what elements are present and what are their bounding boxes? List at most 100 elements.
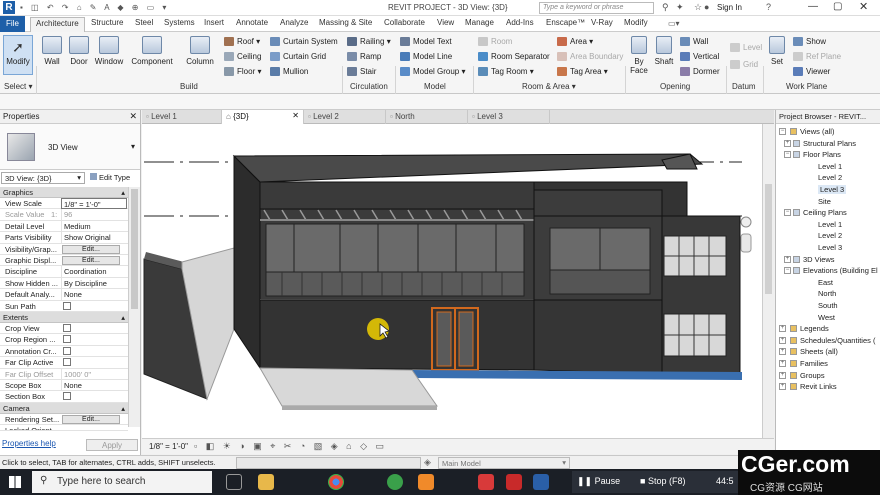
tree-expander-icon[interactable]: + <box>779 383 786 391</box>
prop-show-hidden[interactable]: Show Hidden ... By Discipline <box>0 277 128 290</box>
view-tab-level-1[interactable]: ▫ Level 1 <box>142 110 222 124</box>
rendering-edit-button[interactable]: Edit... <box>62 415 120 424</box>
browser-node[interactable]: Legends <box>800 324 829 333</box>
tab-modify[interactable]: Modify <box>624 18 648 27</box>
prop-far-clip-active[interactable]: Far Clip Active <box>0 357 128 369</box>
browser-node[interactable]: 3D Views <box>803 255 835 264</box>
acrobat-icon[interactable] <box>506 474 522 490</box>
view-tab-3d[interactable]: ⌂ {3D} ✕ <box>222 110 304 124</box>
view-control-icons[interactable]: ▫ ◧ ☀ ◑ ▣ ⌖ ✂ ◔ ▧ ◈ ⌂ ◇ ▭ <box>194 441 387 452</box>
browser-node[interactable]: Groups <box>800 371 825 380</box>
sign-in-link[interactable]: Sign In <box>717 3 742 12</box>
tree-expander-icon[interactable]: + <box>784 139 791 147</box>
apply-button[interactable]: Apply <box>86 439 138 451</box>
section-extents[interactable]: Extents ▴ <box>0 312 128 323</box>
canvas-vertical-scrollbar[interactable] <box>762 124 774 438</box>
pause-button[interactable]: ❚❚ Pause <box>577 476 620 487</box>
browser-node[interactable]: Level 2 <box>818 231 842 240</box>
panel-select[interactable]: Select ▾ <box>4 82 32 91</box>
design-option-icon[interactable]: ◈ <box>424 457 431 468</box>
browser-node[interactable]: Ceiling Plans <box>803 208 847 217</box>
mullion-button[interactable]: Mullion <box>270 67 308 77</box>
chrome-icon[interactable] <box>328 474 344 490</box>
tab-enscape[interactable]: Enscape™ <box>546 18 585 27</box>
tree-expander-icon[interactable]: − <box>784 209 791 217</box>
section-graphics[interactable]: Graphics ▴ <box>0 187 128 198</box>
prop-sun-path[interactable]: Sun Path <box>0 301 128 312</box>
shaft-button[interactable]: Shaft <box>653 36 675 66</box>
browser-node[interactable]: Views (all) <box>800 127 834 136</box>
maximize-button[interactable]: ▢ <box>833 1 842 12</box>
browser-node[interactable]: East <box>818 278 833 287</box>
railing-button[interactable]: Railing ▾ <box>347 37 391 47</box>
windows-start-icon[interactable] <box>9 476 21 488</box>
by-face-button[interactable]: By Face <box>628 36 650 75</box>
tab-close-icon[interactable]: ✕ <box>292 111 299 120</box>
browser-node[interactable]: Sheets (all) <box>800 347 838 356</box>
prop-section-box[interactable]: Section Box <box>0 391 128 403</box>
user-icon[interactable]: ● <box>704 2 709 12</box>
ribbon-options-icon[interactable]: ▭▾ <box>668 19 680 28</box>
tab-systems[interactable]: Systems <box>164 18 195 27</box>
workset-dropdown[interactable] <box>236 457 421 469</box>
browser-node[interactable]: Level 2 <box>818 173 842 182</box>
properties-help-link[interactable]: Properties help <box>2 439 56 448</box>
view-scale[interactable]: 1/8" = 1'-0" <box>149 442 188 451</box>
ref-plane-button[interactable]: Ref Plane <box>793 52 841 62</box>
component-button[interactable]: Component <box>130 36 174 66</box>
ramp-button[interactable]: Ramp <box>347 52 381 62</box>
tab-massing-site[interactable]: Massing & Site <box>319 18 372 27</box>
tree-expander-icon[interactable]: + <box>784 255 791 263</box>
tab-file[interactable]: File <box>0 16 25 32</box>
prop-discipline[interactable]: Discipline Coordination <box>0 266 128 278</box>
level-button[interactable]: Level <box>730 43 762 53</box>
crop-view-checkbox[interactable] <box>63 324 71 332</box>
view-tab-north[interactable]: ▫ North <box>386 110 468 124</box>
browser-node[interactable]: Revit Links <box>800 382 837 391</box>
wall-button[interactable]: Wall <box>40 36 64 66</box>
graphic-display-edit-button[interactable]: Edit... <box>62 256 120 265</box>
task-view-icon[interactable] <box>226 474 242 490</box>
browser-node[interactable]: Floor Plans <box>803 150 841 159</box>
tab-analyze[interactable]: Analyze <box>280 18 308 27</box>
browser-node[interactable]: North <box>818 289 836 298</box>
prop-rendering-settings[interactable]: Rendering Set... Edit... <box>0 414 128 426</box>
prop-parts-visibility[interactable]: Parts Visibility Show Original <box>0 232 128 244</box>
tab-annotate[interactable]: Annotate <box>236 18 268 27</box>
section-camera[interactable]: Camera ▴ <box>0 403 128 414</box>
project-browser-tree[interactable]: − Views (all) + Structural Plans − Floor Plan… <box>776 124 880 455</box>
floor-button[interactable]: Floor ▾ <box>224 67 261 77</box>
tab-add-ins[interactable]: Add-Ins <box>506 18 534 27</box>
tab-collaborate[interactable]: Collaborate <box>384 18 425 27</box>
roof-button[interactable]: Roof ▾ <box>224 37 260 47</box>
app-icon-green[interactable] <box>387 474 403 490</box>
ceiling-button[interactable]: Ceiling <box>224 52 261 62</box>
instance-selector[interactable]: 3D View: {3D} ▾ <box>1 172 85 184</box>
section-box-checkbox[interactable] <box>63 392 71 401</box>
taskbar-search-box[interactable]: ⚲ Type here to search <box>32 471 212 493</box>
tab-steel[interactable]: Steel <box>135 18 153 27</box>
browser-node[interactable]: Level 3 <box>818 185 847 194</box>
browser-node[interactable]: Site <box>818 197 831 206</box>
tree-expander-icon[interactable]: + <box>779 336 786 344</box>
panel-room-area[interactable]: Room & Area ▾ <box>522 82 576 91</box>
tab-manage[interactable]: Manage <box>465 18 494 27</box>
tree-expander-icon[interactable]: + <box>779 371 786 379</box>
help-search-box[interactable]: Type a keyword or phrase <box>539 2 654 14</box>
visibility-edit-button[interactable]: Edit... <box>62 244 120 254</box>
area-button[interactable]: Area ▾ <box>557 37 593 47</box>
tree-expander-icon[interactable]: − <box>784 151 791 159</box>
view-tab-level-3[interactable]: ▫ Level 3 <box>468 110 550 124</box>
browser-node[interactable]: Level 1 <box>818 220 842 229</box>
app-icon-red[interactable] <box>478 474 494 490</box>
view-tab-level-2[interactable]: ▫ Level 2 <box>304 110 386 124</box>
grid-button[interactable]: Grid <box>730 60 758 70</box>
minimize-button[interactable]: — <box>808 1 818 12</box>
curtain-grid-button[interactable]: Curtain Grid <box>270 52 326 62</box>
browser-node[interactable]: Level 3 <box>818 243 842 252</box>
browser-node[interactable]: Level 1 <box>818 162 842 171</box>
tab-view[interactable]: View <box>437 18 454 27</box>
modify-button[interactable]: ➚ Modify <box>3 35 33 75</box>
wall-opening-button[interactable]: Wall <box>680 37 708 47</box>
quick-access-toolbar[interactable]: ▪ ◫ ↶ ↷ ⌂ ✎ A ◆ ⊕ ▭ ▾ <box>20 3 280 13</box>
